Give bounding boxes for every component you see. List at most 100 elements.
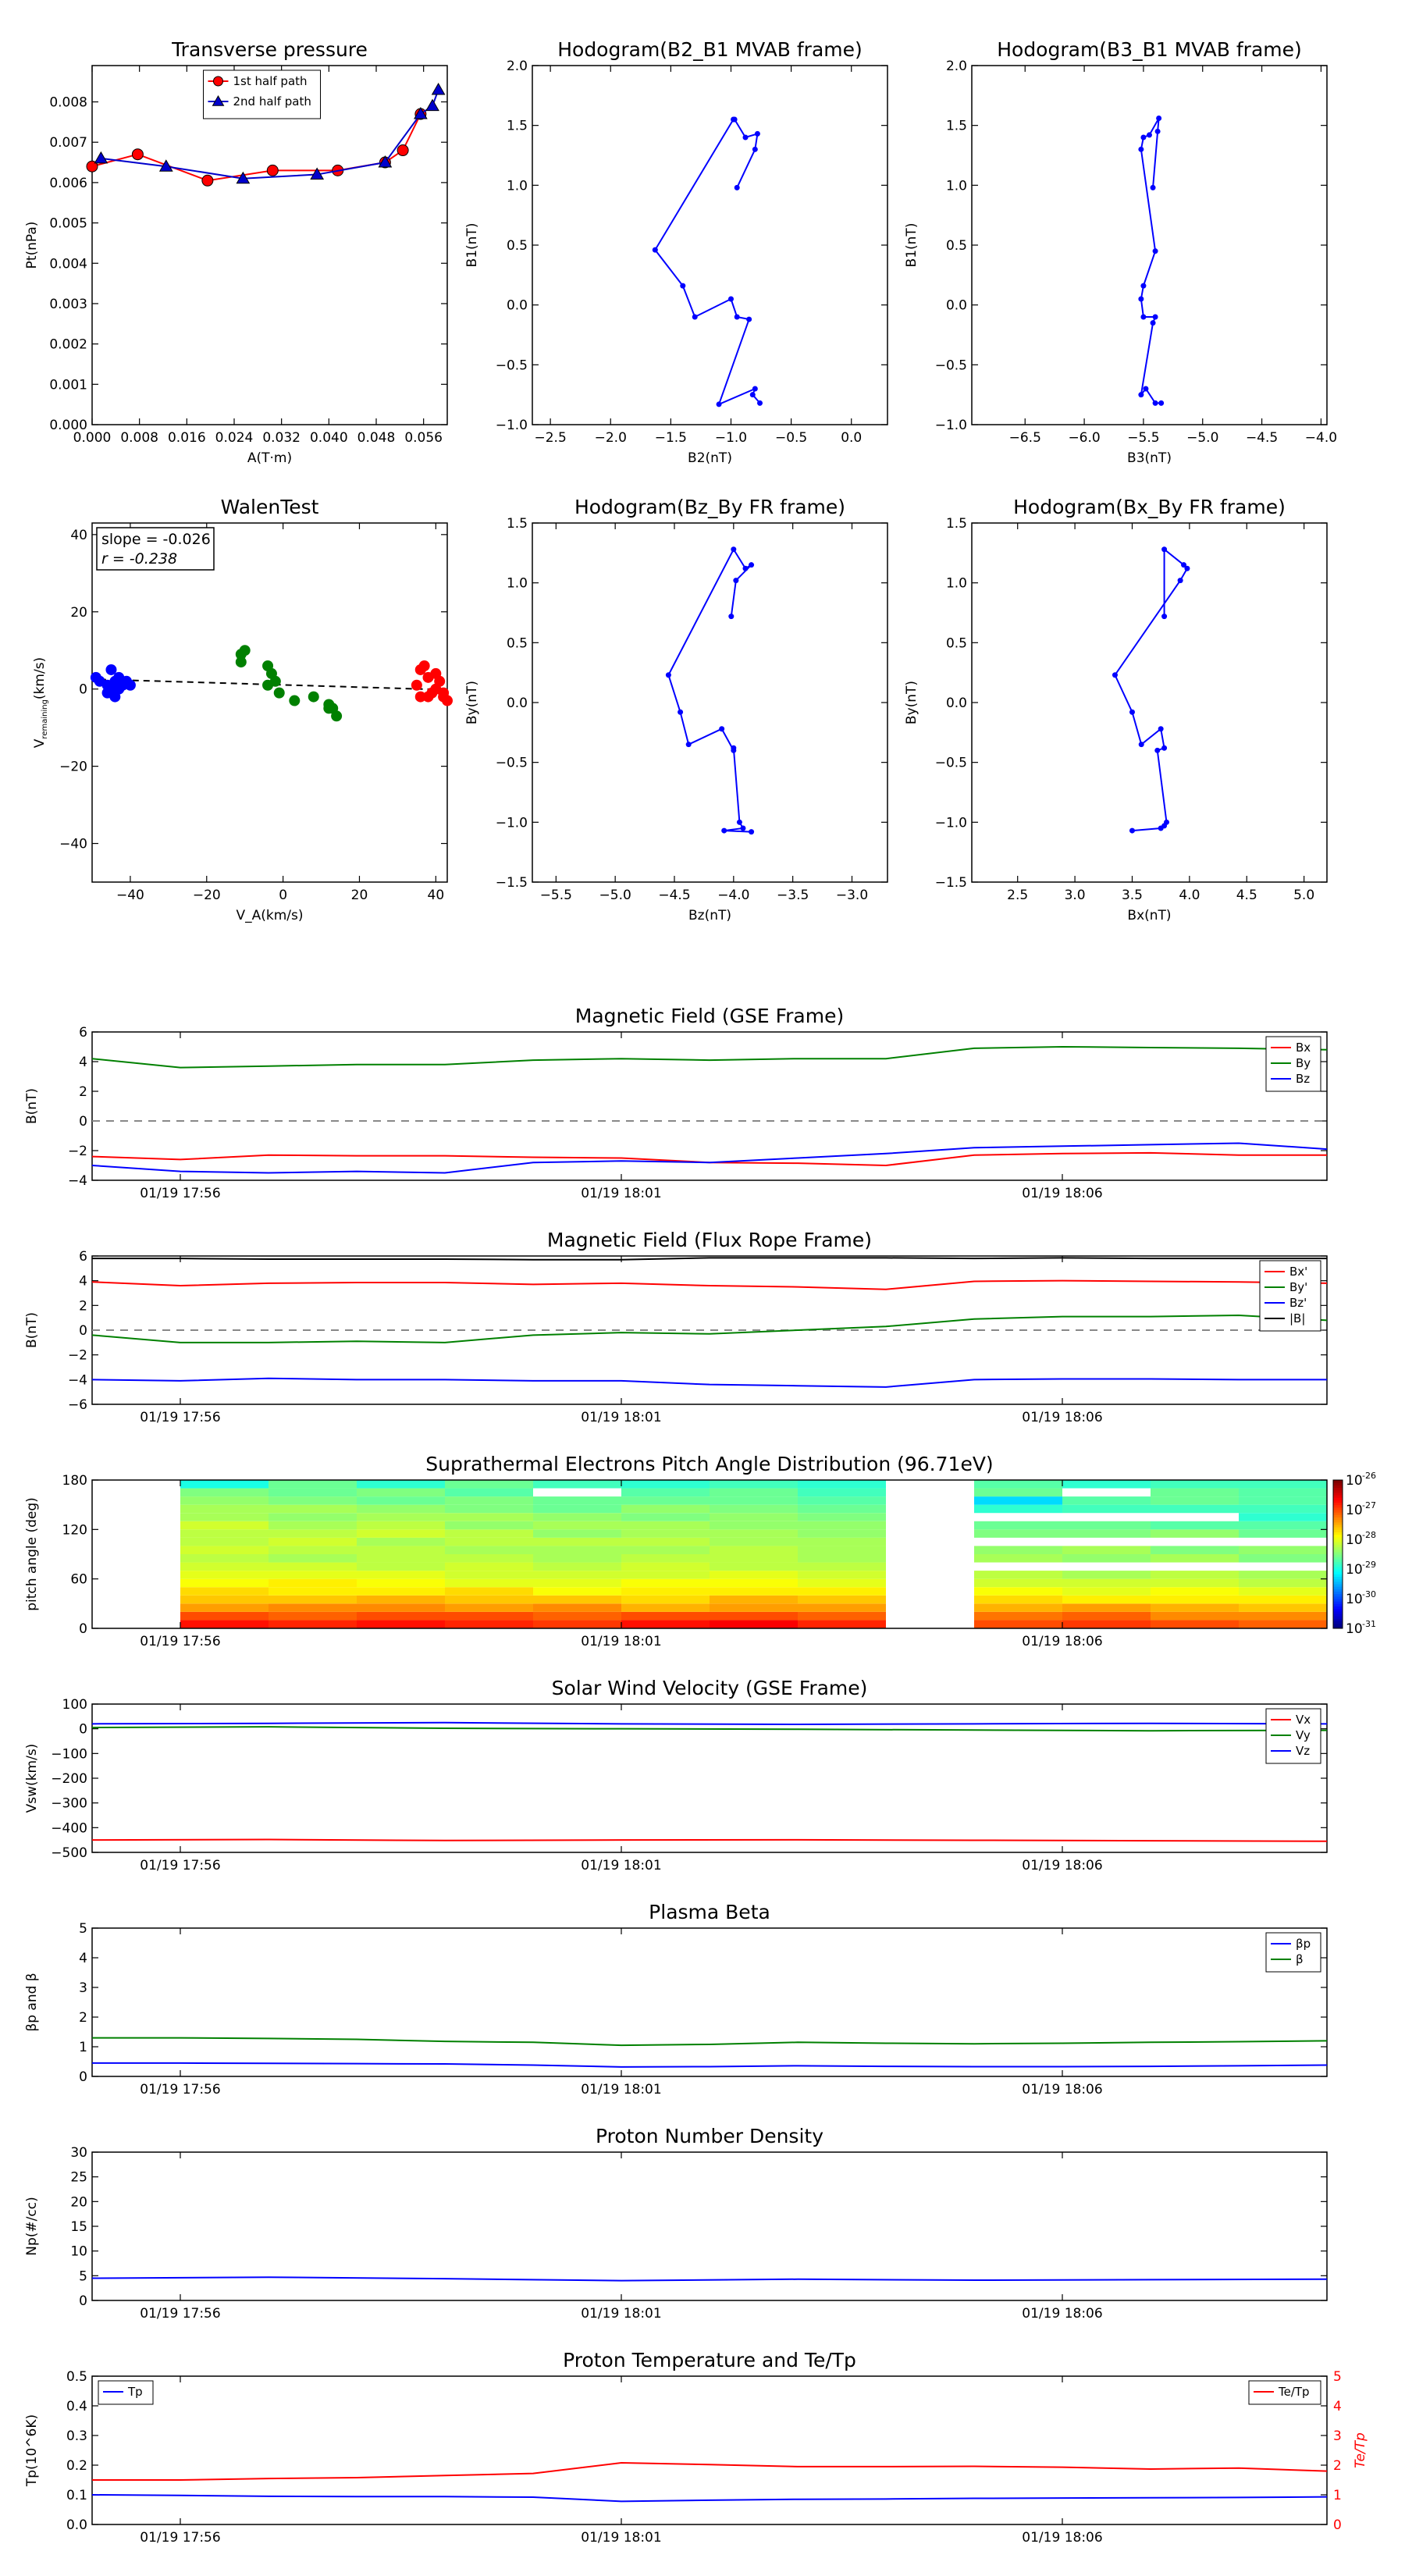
y-tick-label: 25	[70, 2170, 87, 2186]
plot-frame	[91, 522, 448, 883]
plot-frame	[532, 522, 888, 883]
chart-magnetic-field-flux-rope: Magnetic Field (Flux Rope Frame) 01/19 17…	[24, 1229, 1328, 1425]
legend-label: βp	[1296, 1937, 1311, 1951]
data-point	[1156, 115, 1162, 121]
colorbar-step	[1333, 1534, 1343, 1538]
colorbar-tick-exponent: -28	[1362, 1530, 1376, 1540]
chart-title: Proton Temperature and Te/Tp	[563, 2349, 856, 2371]
colorbar-step	[1333, 1497, 1343, 1500]
y-tick-label: 0.003	[49, 297, 87, 312]
legend: βpβ	[1265, 1932, 1321, 1973]
heatmap-cell	[974, 1529, 1062, 1538]
x-tick-label: 01/19 18:06	[1022, 1186, 1102, 1201]
colorbar-step	[1333, 1527, 1343, 1530]
colorbar-step	[1333, 1569, 1343, 1572]
colorbar-step	[1333, 1525, 1343, 1528]
colorbar-step	[1333, 1566, 1343, 1570]
x-tick-label: 01/19 17:56	[140, 2306, 220, 2322]
heatmap-cell	[798, 1546, 886, 1554]
heatmap-cell	[710, 1537, 798, 1546]
chart-title: Proton Number Density	[596, 2125, 823, 2147]
colorbar-step	[1333, 1495, 1343, 1498]
data-point	[438, 691, 450, 703]
x-tick-label: −1.5	[655, 430, 687, 446]
series-line	[91, 1726, 1328, 1732]
colorbar-step	[1333, 1616, 1343, 1619]
r-label: r = -0.238	[101, 550, 177, 568]
legend-label: |B|	[1289, 1311, 1305, 1325]
data-point	[716, 401, 722, 407]
heatmap-cell	[180, 1529, 269, 1538]
heatmap-cell	[798, 1488, 886, 1497]
y-tick-label: 2	[79, 2010, 87, 2026]
x-tick-label: −2.0	[595, 430, 627, 446]
heatmap-cell	[1239, 1529, 1327, 1538]
chart-title: Solar Wind Velocity (GSE Frame)	[552, 1677, 868, 1699]
heatmap-cell	[1151, 1587, 1239, 1596]
legend-label: Te/Tp	[1278, 2385, 1310, 2399]
data-point	[1177, 578, 1183, 584]
data-point	[1138, 146, 1144, 152]
heatmap-cell	[974, 1488, 1062, 1497]
x-axis-label: Bz(nT)	[688, 908, 731, 923]
heatmap-cell	[1151, 1480, 1239, 1489]
data-point	[101, 687, 113, 699]
colorbar-step	[1333, 1581, 1343, 1585]
colorbar-step	[1333, 1500, 1343, 1503]
legend: Tp	[98, 2380, 154, 2405]
heatmap-cell	[1239, 1513, 1327, 1521]
colorbar: 10 -2610 -2710 -2810 -2910 -3010 -31	[1332, 1471, 1376, 1637]
colorbar-step	[1333, 1599, 1343, 1602]
heatmap-cell	[798, 1578, 886, 1588]
heatmap-cell	[621, 1480, 710, 1489]
heatmap-cell	[710, 1546, 798, 1554]
heatmap-cell	[621, 1554, 710, 1563]
y-tick-label: −300	[51, 1796, 87, 1812]
y-tick-label: 4	[79, 1274, 87, 1290]
heatmap-cell	[533, 1620, 621, 1628]
x-tick-label: 01/19 18:06	[1022, 1634, 1102, 1649]
y-axis-label: B(nT)	[24, 1088, 40, 1124]
y-tick-label: −0.5	[496, 358, 528, 373]
heatmap-cell	[798, 1595, 886, 1604]
chart-title: Transverse pressure	[171, 38, 368, 61]
heatmap-cell	[621, 1521, 710, 1530]
colorbar-tick-label: 10	[1346, 1503, 1363, 1518]
colorbar-tick-label: 10	[1346, 1473, 1363, 1489]
colorbar-step	[1333, 1514, 1343, 1517]
data-point	[1154, 128, 1161, 134]
chart-proton-temperature: Proton Temperature and Te/Tp 01/19 17:56 0…	[24, 2349, 1368, 2546]
y-tick-label: 0.008	[49, 95, 87, 111]
data-point	[1138, 296, 1144, 302]
heatmap-cell	[357, 1480, 445, 1489]
y-tick-label: 1.0	[507, 576, 528, 592]
legend-label: Vx	[1296, 1713, 1311, 1727]
heatmap-cell	[974, 1521, 1062, 1530]
colorbar-step	[1333, 1559, 1343, 1562]
heatmap-cell	[1239, 1504, 1327, 1514]
data-point	[273, 687, 285, 699]
data-point	[1129, 827, 1135, 834]
heatmap-cell	[710, 1488, 798, 1497]
legend-label: Vz	[1296, 1744, 1310, 1758]
colorbar-step	[1333, 1532, 1343, 1535]
chart-plasma-beta: Plasma Beta 01/19 17:56 01/19 18:01 01/19 1…	[24, 1901, 1328, 2097]
legend: 1st half path 2nd half path	[203, 69, 321, 119]
heatmap-cell	[1151, 1603, 1239, 1612]
heatmap-cell	[1062, 1480, 1151, 1489]
heatmap-cell	[710, 1587, 798, 1596]
heatmap-cell	[1239, 1578, 1327, 1588]
x-tick-label: −3.0	[836, 888, 868, 903]
heatmap-cell	[180, 1587, 269, 1596]
series-line	[92, 2461, 1328, 2481]
y-tick-label: −20	[59, 760, 87, 775]
y-tick-label: 0.5	[507, 238, 528, 254]
x-tick-label: 01/19 18:06	[1022, 2082, 1102, 2097]
data-point	[131, 148, 144, 161]
heatmap-cell	[533, 1587, 621, 1596]
heatmap-cell	[1062, 1620, 1151, 1628]
heatmap-cell	[798, 1496, 886, 1505]
colorbar-step	[1333, 1521, 1343, 1525]
heatmap-cell	[974, 1480, 1062, 1489]
plot-frame	[91, 2151, 1328, 2301]
